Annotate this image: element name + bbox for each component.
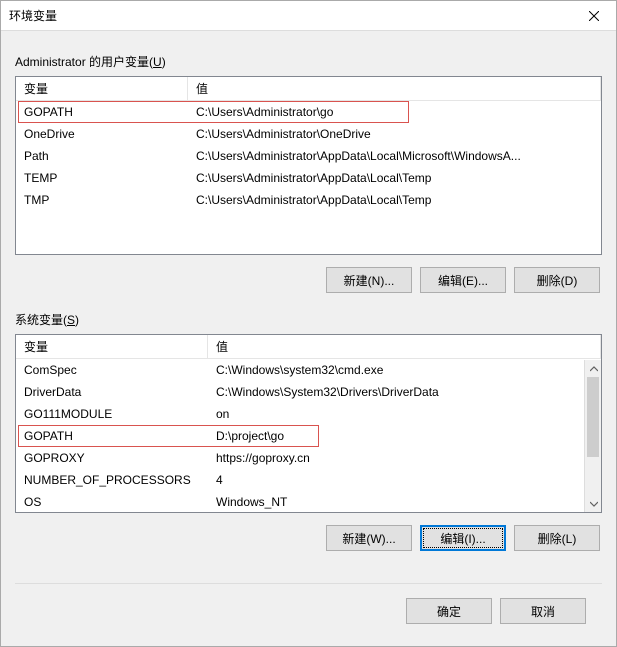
cell-variable: OS xyxy=(16,492,208,512)
cell-variable: GOPATH xyxy=(16,102,188,122)
col-header-variable[interactable]: 变量 xyxy=(16,76,188,101)
env-var-dialog: 环境变量 Administrator 的用户变量(U) 变量 值 GOPATHC… xyxy=(0,0,617,647)
button-label: 删除(L) xyxy=(538,532,577,546)
cell-variable: DriverData xyxy=(16,382,208,402)
system-edit-button[interactable]: 编辑(I)... xyxy=(420,525,506,551)
cell-value: C:\Users\Administrator\go xyxy=(188,102,601,122)
cell-value: C:\Users\Administrator\AppData\Local\Tem… xyxy=(188,168,601,188)
user-new-button[interactable]: 新建(N)... xyxy=(326,267,412,293)
user-edit-button[interactable]: 编辑(E)... xyxy=(420,267,506,293)
button-label: 确定 xyxy=(437,605,461,619)
cell-variable: TMP xyxy=(16,190,188,210)
list-header: 变量 值 xyxy=(16,335,601,359)
close-button[interactable] xyxy=(571,1,616,31)
cell-value: https://goproxy.cn xyxy=(208,448,601,468)
chevron-down-icon xyxy=(590,500,598,508)
scroll-down-button[interactable] xyxy=(585,495,602,512)
table-row[interactable]: GO111MODULEon xyxy=(16,403,601,425)
dialog-title: 环境变量 xyxy=(9,7,57,24)
system-delete-button[interactable]: 删除(L) xyxy=(514,525,600,551)
ok-button[interactable]: 确定 xyxy=(406,598,492,624)
cell-value: C:\Windows\System32\Drivers\DriverData xyxy=(208,382,601,402)
scroll-thumb[interactable] xyxy=(587,377,599,457)
cell-value: C:\Windows\system32\cmd.exe xyxy=(208,360,601,380)
col-header-variable[interactable]: 变量 xyxy=(16,334,208,359)
cell-value: Windows_NT xyxy=(208,492,601,512)
cell-value: C:\Users\Administrator\OneDrive xyxy=(188,124,601,144)
table-row[interactable]: ComSpecC:\Windows\system32\cmd.exe xyxy=(16,359,601,381)
system-vars-label-suffix: ) xyxy=(75,313,79,327)
close-icon xyxy=(589,11,599,21)
button-label: 编辑(I)... xyxy=(440,532,485,546)
button-label: 编辑(E)... xyxy=(438,274,488,288)
table-row[interactable]: DriverDataC:\Windows\System32\Drivers\Dr… xyxy=(16,381,601,403)
cell-variable: NUMBER_OF_PROCESSORS xyxy=(16,470,208,490)
cell-variable: OneDrive xyxy=(16,124,188,144)
user-vars-list[interactable]: 变量 值 GOPATHC:\Users\Administrator\goOneD… xyxy=(15,76,602,255)
list-header: 变量 值 xyxy=(16,77,601,101)
cell-value: on xyxy=(208,404,601,424)
list-body: GOPATHC:\Users\Administrator\goOneDriveC… xyxy=(16,101,601,254)
table-row[interactable]: TMPC:\Users\Administrator\AppData\Local\… xyxy=(16,189,601,211)
system-vars-label: 系统变量(S) xyxy=(15,311,602,328)
scrollbar[interactable] xyxy=(584,360,601,512)
cancel-button[interactable]: 取消 xyxy=(500,598,586,624)
table-row[interactable]: NUMBER_OF_PROCESSORS4 xyxy=(16,469,601,491)
button-label: 新建(N)... xyxy=(344,274,395,288)
user-vars-label-suffix: ) xyxy=(162,55,166,69)
user-delete-button[interactable]: 删除(D) xyxy=(514,267,600,293)
button-label: 取消 xyxy=(531,605,555,619)
chevron-up-icon xyxy=(590,365,598,373)
system-vars-list[interactable]: 变量 值 ComSpecC:\Windows\system32\cmd.exeD… xyxy=(15,334,602,513)
col-header-value[interactable]: 值 xyxy=(188,76,601,101)
system-vars-label-key: S xyxy=(67,313,75,327)
table-row[interactable]: GOPROXYhttps://goproxy.cn xyxy=(16,447,601,469)
user-vars-label-key: U xyxy=(153,55,162,69)
system-vars-label-prefix: 系统变量( xyxy=(15,313,67,327)
cell-variable: TEMP xyxy=(16,168,188,188)
cell-value: 4 xyxy=(208,470,601,490)
system-new-button[interactable]: 新建(W)... xyxy=(326,525,412,551)
dialog-footer-buttons: 确定 取消 xyxy=(15,583,602,638)
table-row[interactable]: GOPATHC:\Users\Administrator\go xyxy=(16,101,601,123)
system-vars-buttons: 新建(W)... 编辑(I)... 删除(L) xyxy=(15,513,602,557)
table-row[interactable]: PathC:\Users\Administrator\AppData\Local… xyxy=(16,145,601,167)
scroll-up-button[interactable] xyxy=(585,360,602,377)
user-vars-label: Administrator 的用户变量(U) xyxy=(15,53,602,70)
table-row[interactable]: TEMPC:\Users\Administrator\AppData\Local… xyxy=(16,167,601,189)
cell-variable: GO111MODULE xyxy=(16,404,208,424)
cell-variable: ComSpec xyxy=(16,360,208,380)
cell-value: C:\Users\Administrator\AppData\Local\Tem… xyxy=(188,190,601,210)
cell-value: C:\Users\Administrator\AppData\Local\Mic… xyxy=(188,146,601,166)
list-body: ComSpecC:\Windows\system32\cmd.exeDriver… xyxy=(16,359,601,512)
table-row[interactable]: OneDriveC:\Users\Administrator\OneDrive xyxy=(16,123,601,145)
button-label: 新建(W)... xyxy=(342,532,395,546)
col-header-value[interactable]: 值 xyxy=(208,334,601,359)
button-label: 删除(D) xyxy=(537,274,578,288)
cell-variable: GOPATH xyxy=(16,426,208,446)
cell-variable: GOPROXY xyxy=(16,448,208,468)
cell-variable: Path xyxy=(16,146,188,166)
table-row[interactable]: GOPATHD:\project\go xyxy=(16,425,601,447)
titlebar: 环境变量 xyxy=(1,1,616,31)
dialog-content: Administrator 的用户变量(U) 变量 值 GOPATHC:\Use… xyxy=(1,31,616,646)
cell-value: D:\project\go xyxy=(208,426,601,446)
user-vars-buttons: 新建(N)... 编辑(E)... 删除(D) xyxy=(15,255,602,299)
user-vars-label-prefix: Administrator 的用户变量( xyxy=(15,55,153,69)
table-row[interactable]: OSWindows_NT xyxy=(16,491,601,512)
